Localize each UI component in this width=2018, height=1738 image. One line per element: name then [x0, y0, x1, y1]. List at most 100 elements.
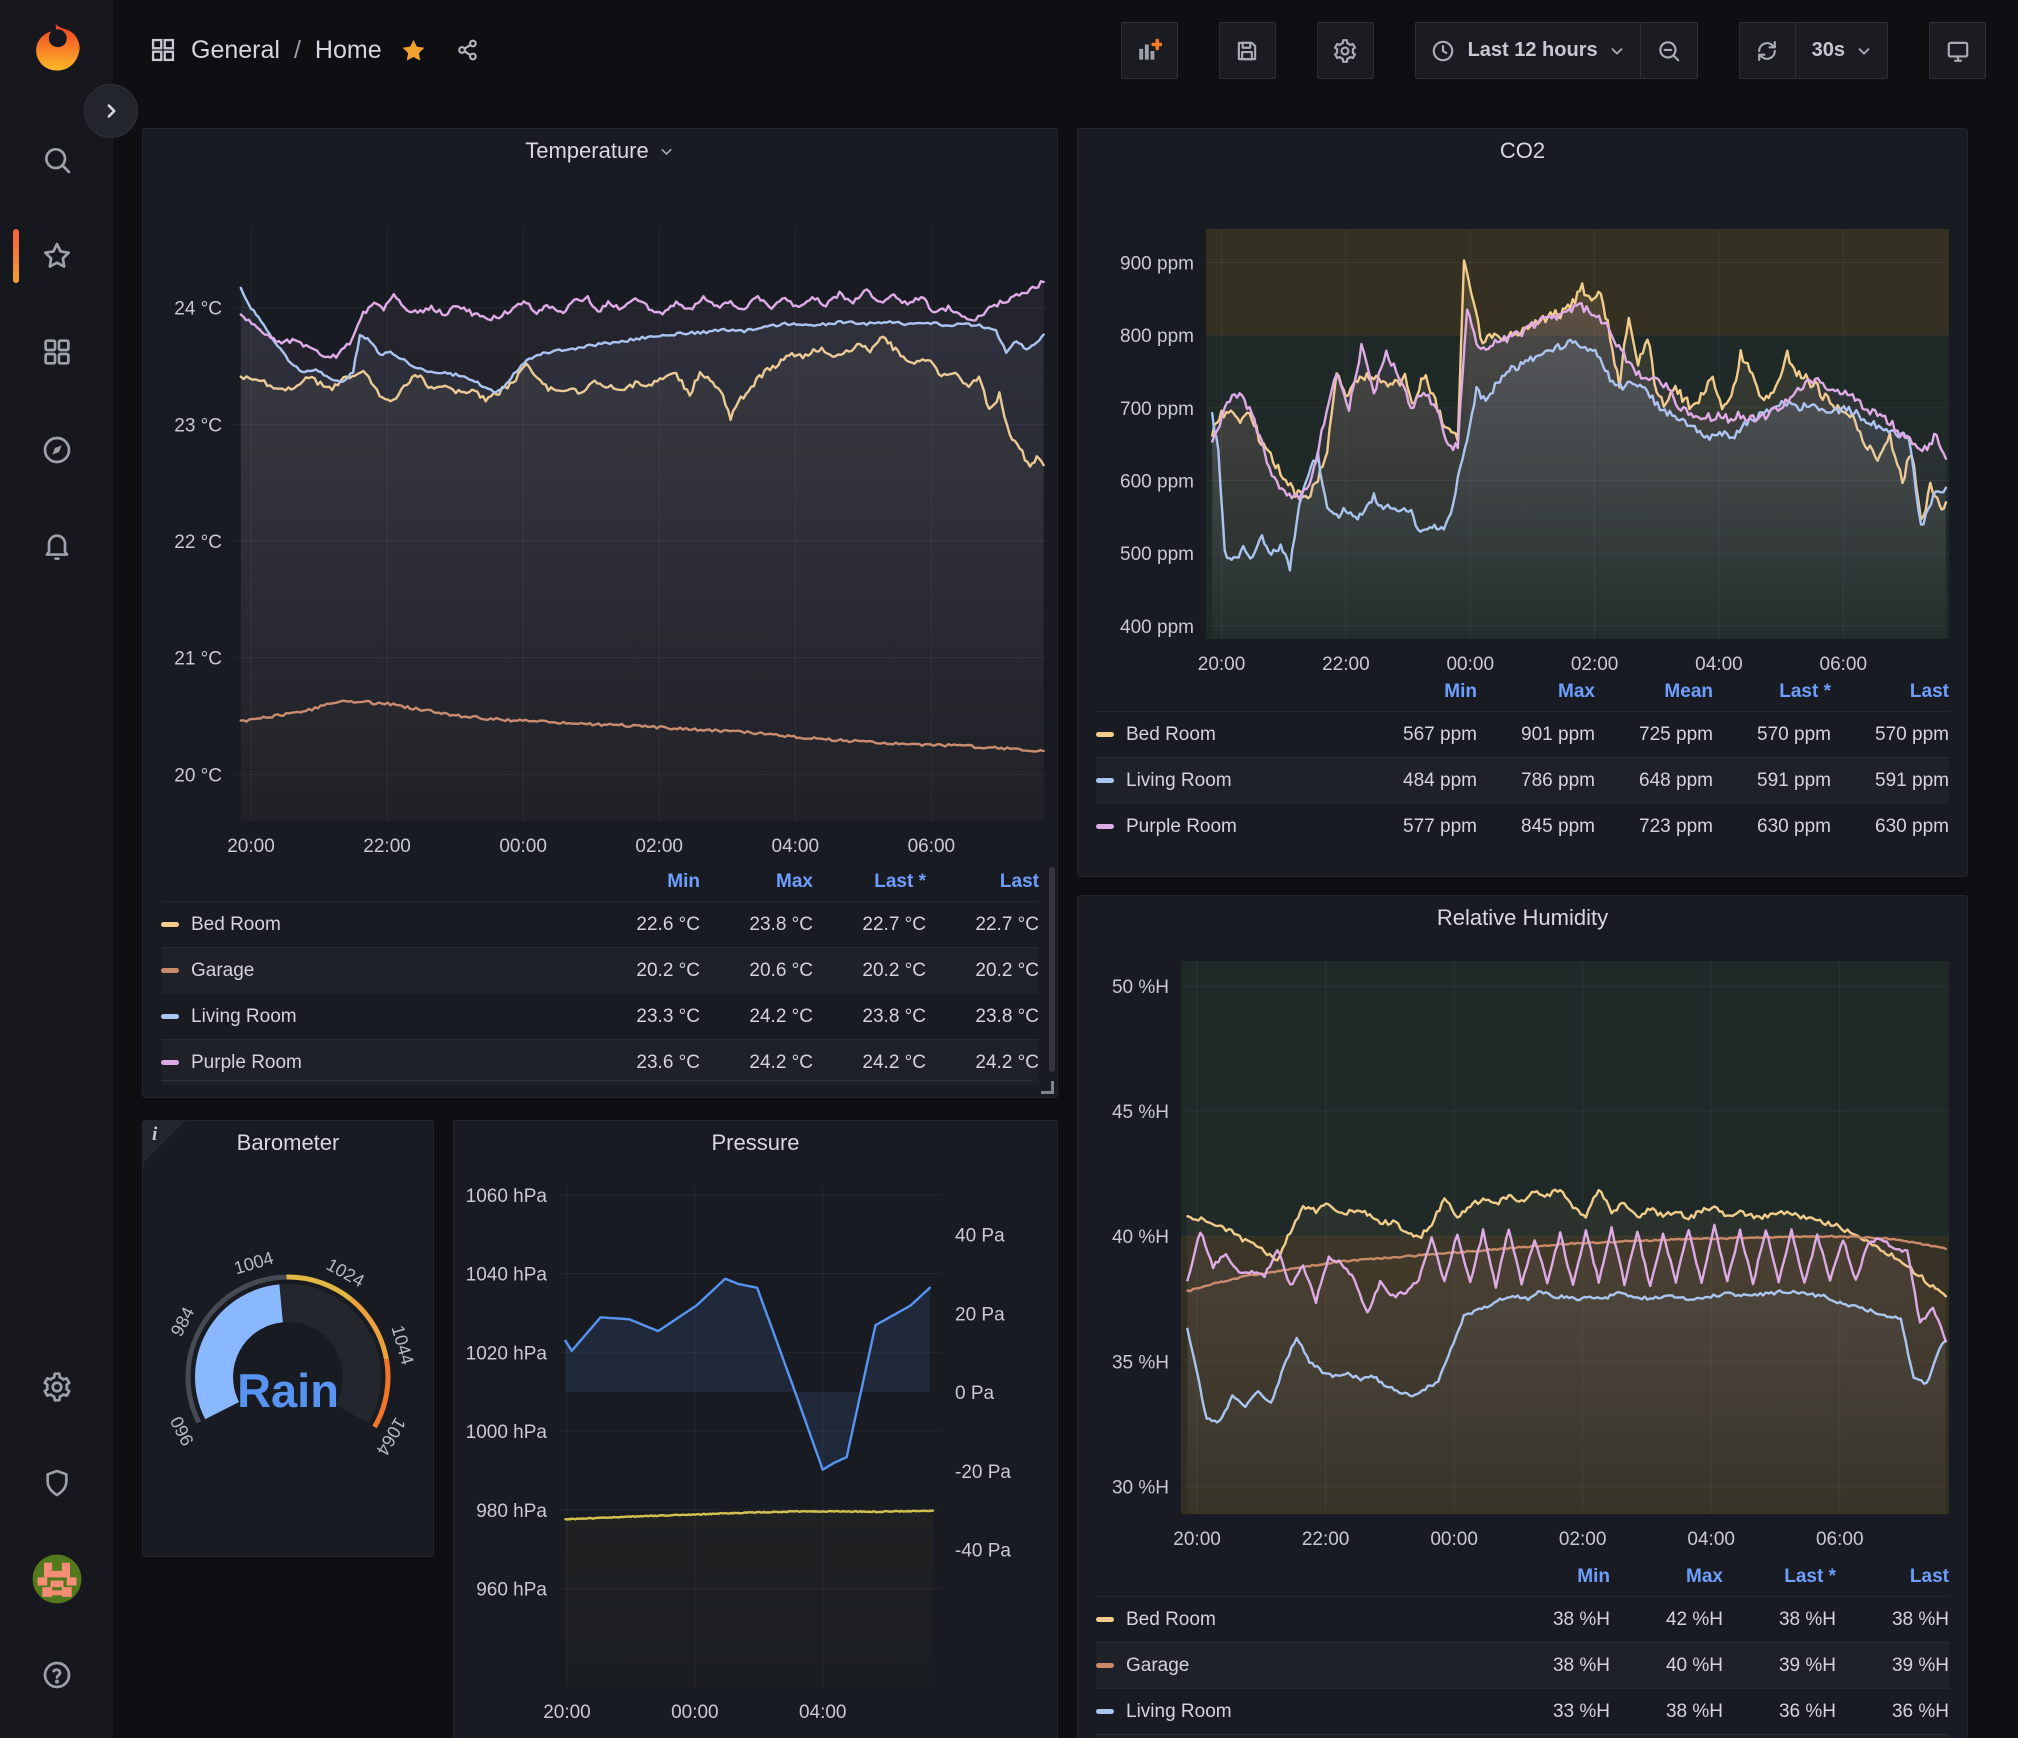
legend-value: 20.2 °C [587, 960, 700, 982]
panel-resize-handle[interactable] [1040, 1080, 1054, 1094]
tv-mode-button[interactable] [1929, 22, 1986, 79]
chevron-right-icon [98, 98, 124, 124]
time-range-picker[interactable]: Last 12 hours [1415, 22, 1641, 79]
legend-column-header[interactable]: Min [587, 871, 700, 893]
panel-title[interactable]: Relative Humidity [1437, 905, 1608, 931]
legend-column-header[interactable]: Last * [1713, 681, 1831, 703]
legend-series-toggle[interactable]: Living Room [1096, 1701, 1497, 1723]
favorite-star-icon[interactable] [400, 37, 427, 64]
svg-text:20 °C: 20 °C [174, 765, 222, 786]
sidebar-item-alerting[interactable] [0, 508, 113, 582]
pressure-chart[interactable]: 1060 hPa1040 hPa1020 hPa1000 hPa980 hPa9… [454, 1165, 1057, 1735]
series-color-swatch [1096, 1709, 1114, 1714]
breadcrumb: General / Home [149, 36, 481, 65]
svg-text:1060 hPa: 1060 hPa [466, 1186, 548, 1207]
panel-title[interactable]: Barometer [237, 1130, 340, 1156]
sidebar-expand-button[interactable] [84, 84, 138, 138]
time-picker-group: Last 12 hours [1415, 22, 1698, 79]
legend-series-toggle[interactable]: Purple Room [161, 1052, 587, 1074]
zoom-out-button[interactable] [1641, 22, 1698, 79]
refresh-button[interactable] [1739, 22, 1796, 79]
legend-series-toggle[interactable]: Living Room [1096, 770, 1359, 792]
legend-value: 577 ppm [1359, 816, 1477, 838]
legend-column-header[interactable]: Last [926, 871, 1039, 893]
grafana-logo-icon[interactable] [24, 20, 86, 82]
legend-series-toggle[interactable]: Purple Room [1096, 816, 1359, 838]
legend-column-header[interactable]: Max [700, 871, 813, 893]
question-circle-icon [41, 1659, 73, 1691]
legend-series-toggle[interactable]: Bed Room [1096, 1609, 1497, 1631]
svg-text:00:00: 00:00 [1446, 654, 1494, 673]
breadcrumb-section[interactable]: General [191, 36, 280, 65]
legend-column-header[interactable]: Last [1831, 681, 1949, 703]
dashboard-settings-button[interactable] [1317, 22, 1374, 79]
chevron-down-icon [1855, 42, 1873, 60]
save-dashboard-button[interactable] [1219, 22, 1276, 79]
svg-text:06:00: 06:00 [908, 836, 956, 857]
panel-pressure-header[interactable]: Pressure [454, 1121, 1057, 1165]
legend-series-toggle[interactable]: Garage [1096, 1655, 1497, 1677]
panel-temperature-header[interactable]: Temperature [143, 129, 1057, 173]
panel-co2-header[interactable]: CO2 [1078, 129, 1967, 173]
refresh-interval-picker[interactable]: 30s [1796, 22, 1888, 79]
sidebar-item-user-profile[interactable] [0, 1542, 113, 1616]
co2-chart[interactable]: 900 ppm800 ppm700 ppm600 ppm500 ppm400 p… [1078, 173, 1967, 673]
legend-column-header[interactable]: Mean [1595, 681, 1713, 703]
svg-text:960 hPa: 960 hPa [476, 1580, 547, 1601]
zoom-out-icon [1656, 38, 1682, 64]
panel-info-corner[interactable] [143, 1121, 185, 1163]
legend-value: 20.2 °C [813, 960, 926, 982]
svg-text:24 °C: 24 °C [174, 299, 222, 320]
legend-scrollbar[interactable] [1049, 867, 1055, 1072]
legend-value: 591 ppm [1831, 770, 1949, 792]
humidity-chart[interactable]: 50 %H45 %H40 %H35 %H30 %H20:0022:0000:00… [1078, 940, 1967, 1558]
legend-value: 38 %H [1497, 1609, 1610, 1631]
legend-value: 24.2 °C [700, 1006, 813, 1028]
panel-humidity: Relative Humidity 50 %H45 %H40 %H35 %H30… [1077, 895, 1968, 1738]
panel-humidity-header[interactable]: Relative Humidity [1078, 896, 1967, 940]
legend-value: 630 ppm [1713, 816, 1831, 838]
panel-title[interactable]: Pressure [711, 1130, 799, 1156]
legend-column-header[interactable]: Max [1477, 681, 1595, 703]
panel-title[interactable]: CO2 [1500, 138, 1545, 164]
legend-column-header[interactable]: Min [1359, 681, 1477, 703]
legend-column-header[interactable]: Last [1836, 1566, 1949, 1588]
series-color-swatch [1096, 1663, 1114, 1668]
series-name: Purple Room [1126, 816, 1237, 838]
legend-series-toggle[interactable]: Bed Room [1096, 724, 1359, 746]
svg-text:20:00: 20:00 [1173, 1529, 1221, 1550]
legend-value: 36 %H [1723, 1701, 1836, 1723]
legend-series-toggle[interactable]: Garage [161, 960, 587, 982]
svg-text:02:00: 02:00 [1571, 654, 1619, 673]
share-icon[interactable] [455, 37, 481, 63]
sidebar-item-configuration[interactable] [0, 1350, 113, 1424]
sidebar-item-explore[interactable] [0, 413, 113, 487]
legend-value: 22.6 °C [587, 914, 700, 936]
legend-value: 725 ppm [1595, 724, 1713, 746]
svg-text:1004: 1004 [232, 1248, 276, 1279]
svg-text:-20 Pa: -20 Pa [955, 1462, 1011, 1483]
add-panel-icon [1136, 38, 1162, 64]
temperature-chart[interactable]: 24 °C23 °C22 °C21 °C20 °C20:0022:0000:00… [143, 173, 1057, 863]
legend-column-header[interactable]: Min [1497, 1566, 1610, 1588]
legend-series-toggle[interactable]: Living Room [161, 1006, 587, 1028]
svg-text:22 °C: 22 °C [174, 532, 222, 553]
legend-value: 23.8 °C [700, 914, 813, 936]
sidebar-item-help[interactable] [0, 1638, 113, 1712]
legend-value: 901 ppm [1477, 724, 1595, 746]
legend-column-header[interactable]: Last * [1723, 1566, 1836, 1588]
legend-column-header[interactable]: Last * [813, 871, 926, 893]
panel-barometer-header[interactable]: Barometer [143, 1121, 433, 1165]
breadcrumb-page[interactable]: Home [315, 36, 382, 65]
sidebar-item-starred[interactable] [0, 219, 113, 293]
sidebar-item-server-admin[interactable] [0, 1446, 113, 1520]
barometer-gauge: 9609841004102410441064Rain [143, 1165, 433, 1505]
add-panel-button[interactable] [1121, 22, 1178, 79]
svg-text:980 hPa: 980 hPa [476, 1501, 547, 1522]
info-icon[interactable]: i [152, 1124, 157, 1146]
legend-column-header[interactable]: Max [1610, 1566, 1723, 1588]
panel-title[interactable]: Temperature [525, 138, 649, 164]
sidebar-item-dashboards[interactable] [0, 315, 113, 389]
refresh-interval-label: 30s [1812, 39, 1845, 62]
legend-series-toggle[interactable]: Bed Room [161, 914, 587, 936]
